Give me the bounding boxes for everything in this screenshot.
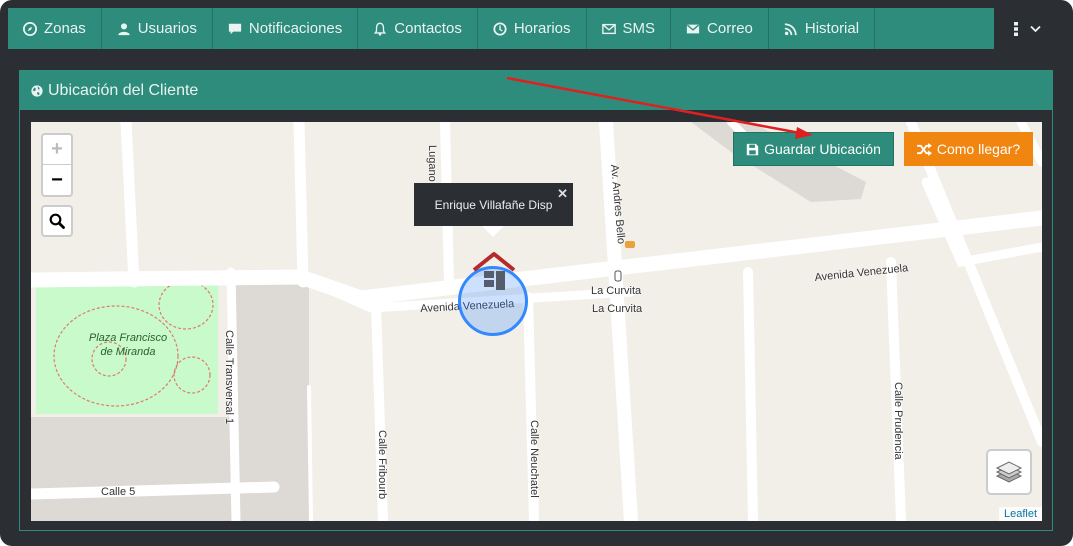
nav-notificaciones[interactable]: Notificaciones [213, 8, 359, 49]
layers-icon [995, 461, 1023, 483]
directions-button[interactable]: Como llegar? [904, 132, 1033, 166]
street-label-curvita-2: La Curvita [592, 303, 643, 315]
nav-more-menu[interactable] [994, 8, 1060, 49]
envelope-outline-icon [601, 23, 616, 34]
nav-historial-label: Historial [804, 20, 860, 37]
marker-popup: Enrique Villafañe Disp ✕ [414, 183, 573, 226]
clock-icon [493, 21, 507, 36]
nav-notificaciones-label: Notificaciones [248, 20, 343, 37]
street-label-calle5: Calle 5 [101, 486, 136, 498]
map-search-button[interactable] [41, 205, 73, 237]
popup-text: Enrique Villafañe Disp [434, 197, 553, 212]
directions-label: Como llegar? [936, 141, 1021, 157]
nav-horarios-label: Horarios [513, 20, 571, 37]
save-location-button[interactable]: Guardar Ubicación [733, 132, 894, 166]
rss-icon [784, 22, 797, 35]
street-label-transversal: Calle Transversal 1 [223, 330, 235, 425]
envelope-icon [686, 24, 700, 33]
street-label-fribourb: Calle Fribourb [376, 430, 388, 500]
street-label-curvita-1: La Curvita [591, 285, 642, 297]
user-icon [118, 22, 130, 35]
nav-sms[interactable]: SMS [587, 8, 672, 49]
nav-usuarios-label: Usuarios [137, 20, 197, 37]
panel-header: Ubicación del Cliente [20, 71, 1052, 110]
layers-control-button[interactable] [986, 449, 1032, 495]
nav-contactos[interactable]: Contactos [358, 8, 478, 49]
nav-horarios[interactable]: Horarios [478, 8, 587, 49]
top-navbar: Zonas Usuarios Notificaciones Contactos … [8, 8, 1060, 49]
save-location-label: Guardar Ubicación [764, 141, 881, 157]
floppy-icon [746, 143, 759, 155]
street-label-lugano: Lugano [426, 145, 438, 182]
panel-title: Ubicación del Cliente [48, 81, 199, 99]
search-icon [49, 213, 65, 229]
nav-usuarios[interactable]: Usuarios [102, 8, 213, 49]
map-view[interactable]: Lugano Av. Andres Bello Avenida Venezuel… [31, 122, 1042, 521]
comment-icon [228, 23, 242, 34]
nav-historial[interactable]: Historial [769, 8, 876, 49]
nav-zonas[interactable]: Zonas [8, 8, 102, 49]
leaflet-attribution-link[interactable]: Leaflet [998, 507, 1042, 521]
compass-icon [23, 21, 37, 36]
zoom-in-button[interactable]: + [43, 135, 71, 165]
popup-tip [482, 226, 504, 237]
kebab-menu-icon [1013, 21, 1018, 36]
chevron-down-icon [1029, 25, 1041, 32]
random-icon [916, 142, 932, 156]
zoom-control: + − [41, 133, 73, 197]
location-panel: Ubicación del Cliente Lugano Av. Andres … [19, 70, 1053, 531]
street-label-prudencia: Calle Prudencia [892, 382, 904, 460]
street-label-neuchatel: Calle Neuchatel [528, 420, 540, 498]
globe-icon [31, 84, 43, 97]
zoom-out-button[interactable]: − [43, 165, 71, 195]
app-window: Zonas Usuarios Notificaciones Contactos … [0, 0, 1073, 546]
house-marker-icon[interactable] [471, 248, 517, 292]
nav-correo[interactable]: Correo [671, 8, 769, 49]
nav-sms-label: SMS [622, 20, 656, 37]
nav-contactos-label: Contactos [394, 20, 462, 37]
park-label: Plaza Francisco de Miranda [88, 332, 168, 358]
nav-correo-label: Correo [707, 20, 753, 37]
bell-icon [374, 22, 387, 36]
nav-zonas-label: Zonas [44, 20, 86, 37]
popup-close-button[interactable]: ✕ [557, 186, 568, 202]
